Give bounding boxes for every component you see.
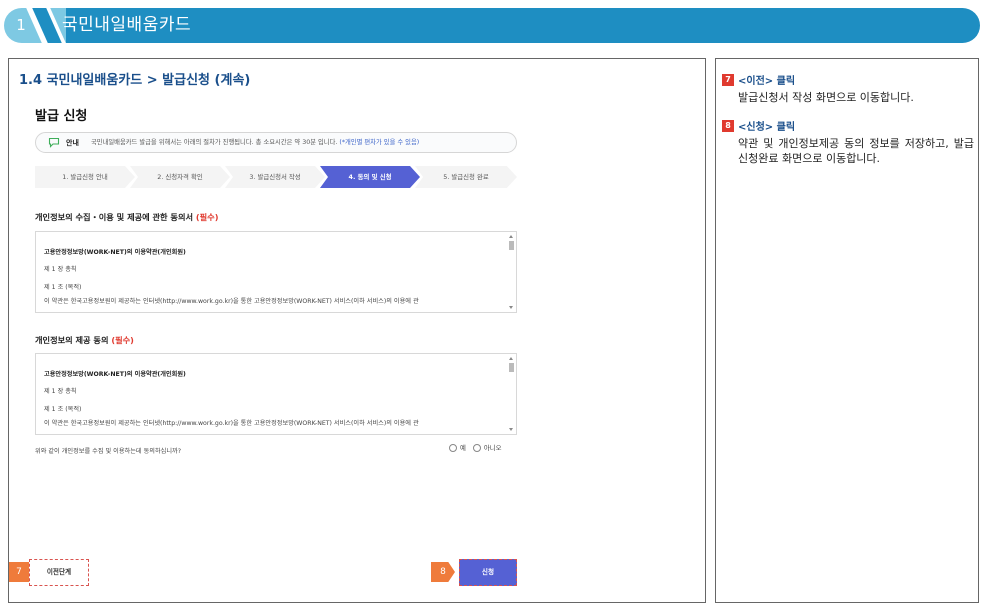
scroll-down-arrow-icon[interactable] bbox=[509, 306, 513, 309]
terms-scrollbar[interactable] bbox=[508, 233, 515, 311]
callout-marker-8: 8 bbox=[431, 562, 455, 582]
consent2-title-text: 개인정보의 제공 동의 bbox=[35, 335, 109, 345]
consent1-title-text: 개인정보의 수집・이용 및 제공에 관한 동의서 bbox=[35, 212, 194, 222]
notice-message: 국민내일배움카드 발급을 위해서는 아래의 절차가 진행됩니다. 총 소요시간은… bbox=[91, 139, 338, 146]
terms-line: 고용안정정보망(WORK-NET)의 이용약관(개인회원) bbox=[44, 249, 186, 256]
note-7: 7 <이전> 클릭 발급신청서 작성 화면으로 이동합니다. bbox=[722, 69, 974, 105]
step-4-active: 4. 동의 및 신청 bbox=[320, 166, 420, 188]
terms-line: 고용안정정보망(WORK-NET)의 이용약관(개인회원) bbox=[44, 371, 186, 378]
note-8-title: <신청> 클릭 bbox=[738, 122, 796, 133]
note-7-desc: 발급신청서 작성 화면으로 이동합니다. bbox=[738, 91, 914, 104]
screenshot-panel: 1.4 국민내일배움카드 > 발급신청 (계속) 발급 신청 안내 국민내일배움… bbox=[8, 58, 706, 603]
scroll-thumb[interactable] bbox=[509, 241, 514, 250]
callout-marker-7: 7 bbox=[9, 562, 29, 582]
note-7-title: <이전> 클릭 bbox=[738, 76, 796, 87]
speech-bubble-icon bbox=[48, 137, 60, 148]
prev-step-button[interactable]: 이전단계 bbox=[29, 559, 89, 586]
progress-steps: 1. 발급신청 안내 2. 신청자격 확인 3. 발급신청서 작성 4. 동의 … bbox=[35, 166, 517, 188]
consent2-terms-box[interactable]: 고용안정정보망(WORK-NET)의 이용약관(개인회원) 제 1 장 총칙 제… bbox=[35, 353, 517, 435]
scroll-up-arrow-icon[interactable] bbox=[509, 235, 513, 238]
note-8-desc: 약관 및 개인정보제공 동의 정보를 저장하고, 발급신청완료 화면으로 이동합… bbox=[738, 137, 974, 165]
notice-bar: 안내 국민내일배움카드 발급을 위해서는 아래의 절차가 진행됩니다. 총 소요… bbox=[35, 132, 517, 153]
instruction-panel: 7 <이전> 클릭 발급신청서 작성 화면으로 이동합니다. 8 <신청> 클릭 약… bbox=[715, 58, 979, 603]
step-3: 3. 발급신청서 작성 bbox=[225, 166, 325, 188]
radio-yes[interactable] bbox=[449, 443, 457, 452]
note-8: 8 <신청> 클릭 약관 및 개인정보제공 동의 정보를 저장하고, 발급신청완료… bbox=[722, 115, 974, 166]
section-title: 1.4 국민내일배움카드 > 발급신청 (계속) bbox=[19, 73, 251, 88]
note-7-number: 7 bbox=[722, 73, 734, 86]
consent1-terms-box[interactable]: 고용안정정보망(WORK-NET)의 이용약관(개인회원) 제 1 장 총칙 제… bbox=[35, 231, 517, 313]
scroll-thumb[interactable] bbox=[509, 363, 514, 372]
terms-line: 제 1 조 (목적) bbox=[44, 406, 82, 413]
terms-line: 제 1 조 (목적) bbox=[44, 284, 82, 291]
notice-tag: 안내 bbox=[66, 139, 79, 147]
step-2: 2. 신청자격 확인 bbox=[130, 166, 230, 188]
terms-line: 이 약관은 한국고용정보원이 제공하는 인터넷(http://www.work.… bbox=[44, 420, 419, 427]
notice-text: 국민내일배움카드 발급을 위해서는 아래의 절차가 진행됩니다. 총 소요시간은… bbox=[91, 133, 419, 153]
terms-line: 제 1 장 총칙 bbox=[44, 266, 77, 273]
consent2-title: 개인정보의 제공 동의 (필수) bbox=[35, 334, 134, 346]
banner-number: 1 bbox=[16, 16, 26, 34]
terms-scrollbar[interactable] bbox=[508, 355, 515, 433]
step-1: 1. 발급신청 안내 bbox=[35, 166, 135, 188]
terms-line: 제 1 장 총칙 bbox=[44, 388, 77, 395]
notice-note: (*개인별 편차가 있을 수 있음) bbox=[339, 139, 420, 146]
scroll-up-arrow-icon[interactable] bbox=[509, 357, 513, 360]
scroll-down-arrow-icon[interactable] bbox=[509, 428, 513, 431]
page-heading: 발급 신청 bbox=[35, 109, 88, 124]
consent1-required: (필수) bbox=[195, 212, 219, 222]
terms-line: 이 약관은 한국고용정보원이 제공하는 인터넷(http://www.work.… bbox=[44, 298, 419, 305]
section-banner: 1 국민내일배움카드 bbox=[4, 8, 980, 43]
consent1-title: 개인정보의 수집・이용 및 제공에 관한 동의서 (필수) bbox=[35, 211, 218, 223]
apply-button[interactable]: 신청 bbox=[459, 559, 517, 586]
radio-yes-label[interactable]: 예 bbox=[460, 443, 466, 452]
step-5: 5. 발급신청 완료 bbox=[415, 166, 517, 188]
banner-title: 국민내일배움카드 bbox=[62, 15, 192, 35]
consent-question: 위와 같이 개인정보를 수집 및 이용하는데 동의하십니까? bbox=[35, 448, 182, 455]
radio-no[interactable] bbox=[472, 443, 481, 452]
radio-no-label[interactable]: 아니오 bbox=[484, 443, 502, 452]
consent2-required: (필수) bbox=[111, 335, 134, 345]
consent-radio-group: 예 아니오 bbox=[449, 443, 509, 452]
note-8-number: 8 bbox=[722, 119, 734, 132]
